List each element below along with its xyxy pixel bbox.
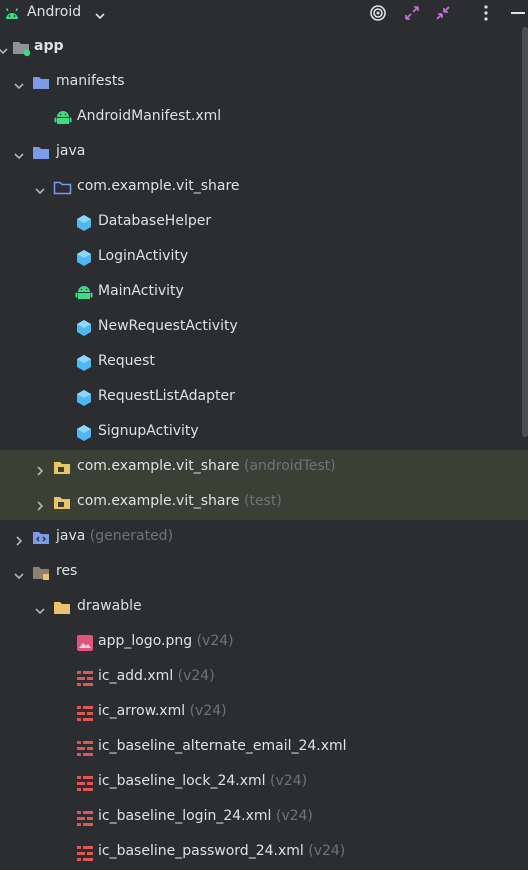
tree-item-label: ic_baseline_alternate_email_24.xml (98, 738, 347, 754)
tree-item-class[interactable]: DatabaseHelper (0, 205, 528, 240)
folder-icon (32, 144, 52, 166)
folder-icon (32, 74, 52, 96)
tree-item-drawable-file[interactable]: ic_baseline_login_24.xml (v24) (0, 800, 528, 835)
project-view-header: Android (0, 0, 528, 27)
chevron-down-icon[interactable] (94, 7, 106, 26)
chevron-down-icon[interactable] (34, 182, 46, 201)
vector-drawable-icon (76, 739, 94, 761)
tree-item-package-android-test[interactable]: com.example.vit_share (androidTest) (0, 450, 528, 485)
test-folder-icon (53, 459, 73, 481)
tree-item-java-generated[interactable]: java (generated) (0, 520, 528, 555)
collapse-all-icon[interactable] (433, 3, 453, 23)
chevron-down-icon[interactable] (13, 567, 25, 586)
image-file-icon (76, 634, 94, 656)
vector-drawable-icon (76, 844, 94, 866)
chevron-down-icon[interactable] (34, 602, 46, 621)
tree-item-label: LoginActivity (98, 248, 189, 264)
tree-item-class[interactable]: MainActivity (0, 275, 528, 310)
tree-item-drawable-file[interactable]: ic_baseline_password_24.xml (v24) (0, 835, 528, 870)
tree-item-label: java (generated) (56, 528, 174, 544)
tree-item-manifests[interactable]: manifests (0, 65, 528, 100)
class-icon (75, 214, 93, 236)
resources-folder-icon (32, 564, 52, 586)
tree-item-drawable-file[interactable]: ic_baseline_alternate_email_24.xml (0, 730, 528, 765)
tree-item-label: app_logo.png (v24) (98, 633, 234, 649)
package-folder-icon (53, 179, 73, 201)
tree-item-label: ic_arrow.xml (v24) (98, 703, 227, 719)
tree-item-label: drawable (77, 598, 142, 614)
tree-item-label: ic_baseline_login_24.xml (v24) (98, 808, 313, 824)
test-folder-icon (53, 494, 73, 516)
tree-item-drawable-file[interactable]: ic_arrow.xml (v24) (0, 695, 528, 730)
chevron-right-icon[interactable] (34, 497, 46, 516)
tree-item-android-manifest[interactable]: AndroidManifest.xml (0, 100, 528, 135)
tree-item-label: com.example.vit_share (77, 178, 240, 194)
tree-item-package-test[interactable]: com.example.vit_share (test) (0, 485, 528, 520)
chevron-right-icon[interactable] (34, 462, 46, 481)
tree-item-class[interactable]: RequestListAdapter (0, 380, 528, 415)
chevron-down-icon[interactable] (13, 77, 25, 96)
android-file-icon (54, 109, 72, 131)
tree-item-label: ic_baseline_password_24.xml (v24) (98, 843, 346, 859)
tree-item-label: SignupActivity (98, 423, 199, 439)
vector-drawable-icon (76, 669, 94, 691)
expand-all-icon[interactable] (402, 3, 422, 23)
project-tree: app manifests AndroidManifest.xml java c… (0, 30, 528, 870)
tree-item-label: com.example.vit_share (test) (77, 493, 282, 509)
vertical-scrollbar[interactable] (522, 27, 528, 437)
tree-item-drawable-file[interactable]: ic_add.xml (v24) (0, 660, 528, 695)
class-icon (75, 249, 93, 271)
tree-item-label: AndroidManifest.xml (77, 108, 222, 124)
tree-item-res[interactable]: res (0, 555, 528, 590)
generated-folder-icon (32, 529, 52, 551)
view-mode-label[interactable]: Android (27, 4, 81, 20)
tree-item-class[interactable]: Request (0, 345, 528, 380)
chevron-down-icon[interactable] (13, 147, 25, 166)
tree-item-package-main[interactable]: com.example.vit_share (0, 170, 528, 205)
tree-item-class[interactable]: SignupActivity (0, 415, 528, 450)
tree-item-label: app (34, 38, 64, 54)
tree-item-class[interactable]: NewRequestActivity (0, 310, 528, 345)
tree-item-label: com.example.vit_share (androidTest) (77, 458, 336, 474)
android-activity-icon (75, 284, 93, 306)
tree-item-label: ic_add.xml (v24) (98, 668, 215, 684)
folder-icon (53, 599, 73, 621)
tree-item-label: NewRequestActivity (98, 318, 238, 334)
tree-item-drawable[interactable]: drawable (0, 590, 528, 625)
class-icon (75, 424, 93, 446)
tree-item-label: ic_baseline_lock_24.xml (v24) (98, 773, 308, 789)
tree-item-drawable-file[interactable]: ic_baseline_lock_24.xml (v24) (0, 765, 528, 800)
minimize-icon[interactable] (508, 3, 528, 23)
tree-item-drawable-file[interactable]: app_logo.png (v24) (0, 625, 528, 660)
select-opened-file-icon[interactable] (368, 3, 388, 23)
tree-item-class[interactable]: LoginActivity (0, 240, 528, 275)
tree-item-label: java (56, 143, 86, 159)
tree-item-label: Request (98, 353, 155, 369)
chevron-down-icon[interactable] (0, 42, 9, 61)
android-icon (4, 6, 20, 25)
tree-item-label: RequestListAdapter (98, 388, 235, 404)
module-folder-icon (12, 39, 32, 61)
tree-item-label: DatabaseHelper (98, 213, 212, 229)
options-icon[interactable] (476, 3, 496, 23)
vector-drawable-icon (76, 809, 94, 831)
class-icon (75, 389, 93, 411)
vector-drawable-icon (76, 774, 94, 796)
vector-drawable-icon (76, 704, 94, 726)
chevron-right-icon[interactable] (13, 532, 25, 551)
tree-item-label: MainActivity (98, 283, 184, 299)
class-icon (75, 354, 93, 376)
tree-item-app[interactable]: app (0, 30, 528, 65)
class-icon (75, 319, 93, 341)
tree-item-label: res (56, 563, 78, 579)
tree-item-label: manifests (56, 73, 125, 89)
tree-item-java[interactable]: java (0, 135, 528, 170)
